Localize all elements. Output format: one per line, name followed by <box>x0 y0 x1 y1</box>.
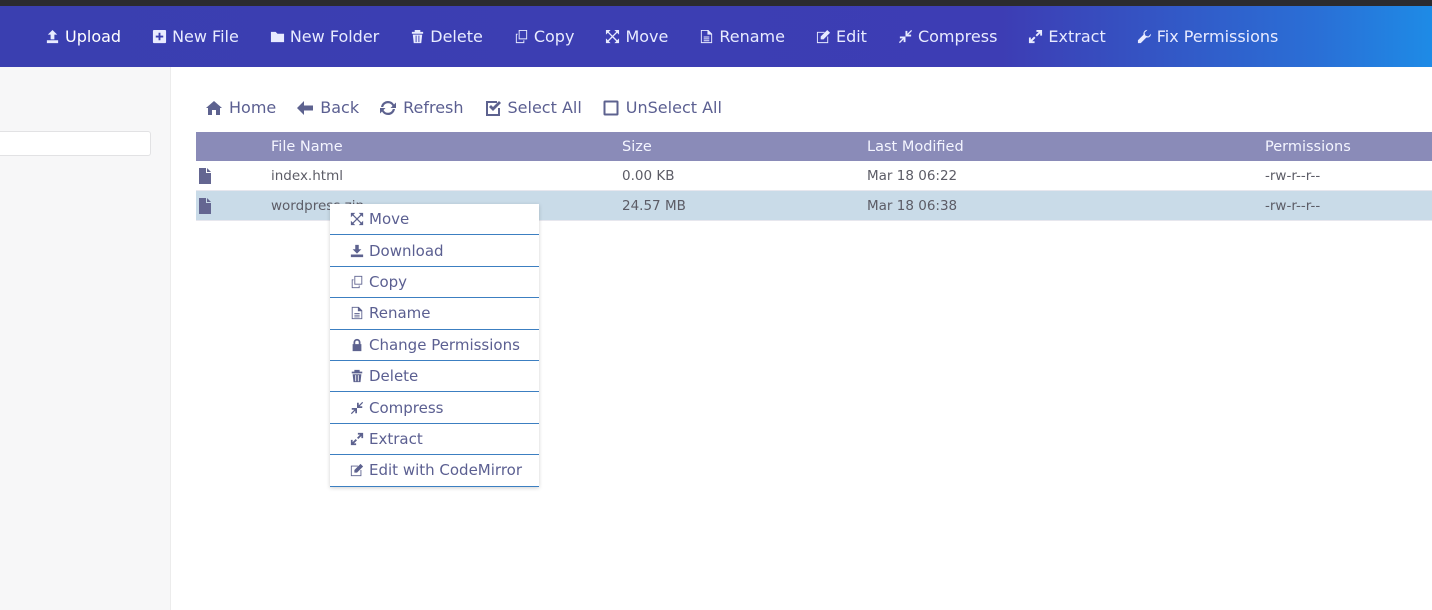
edit-button[interactable]: Edit <box>816 27 867 46</box>
file-icon-cell <box>196 197 271 214</box>
home-label: Home <box>229 98 277 117</box>
context-rename-item[interactable]: Rename <box>330 298 539 330</box>
context-delete-label: Delete <box>369 367 419 386</box>
compress-button[interactable]: Compress <box>898 27 997 46</box>
checked-box-icon <box>485 100 501 116</box>
context-download-label: Download <box>369 241 444 260</box>
context-copy-label: Copy <box>369 272 408 291</box>
upload-button[interactable]: Upload <box>45 27 121 46</box>
refresh-icon <box>380 100 397 115</box>
context-edit-codemirror-item[interactable]: Edit with CodeMirror <box>330 455 539 487</box>
copy-button[interactable]: Copy <box>514 27 575 46</box>
context-download-item[interactable]: Download <box>330 235 539 267</box>
context-extract-label: Extract <box>369 429 423 448</box>
sidebar <box>0 67 171 610</box>
new-folder-button[interactable]: New Folder <box>270 27 379 46</box>
home-icon <box>206 100 222 115</box>
extract-label: Extract <box>1048 27 1106 46</box>
context-change-permissions-label: Change Permissions <box>369 335 520 354</box>
empty-box-icon <box>603 100 619 115</box>
new-file-button[interactable]: New File <box>152 27 239 46</box>
extract-button[interactable]: Extract <box>1028 27 1106 46</box>
unselect-all-label: UnSelect All <box>625 98 722 117</box>
context-move-label: Move <box>369 210 410 229</box>
file-size-cell: 0.00 KB <box>622 167 675 184</box>
context-copy-item[interactable]: Copy <box>330 267 539 299</box>
new-folder-label: New Folder <box>289 27 380 46</box>
sidebar-search-input[interactable] <box>0 131 151 156</box>
context-compress-item[interactable]: Compress <box>330 392 539 424</box>
fix-permissions-button[interactable]: Fix Permissions <box>1137 27 1279 46</box>
file-name-cell[interactable]: index.html <box>271 168 622 184</box>
select-all-button[interactable]: Select All <box>484 98 582 117</box>
select-all-label: Select All <box>507 98 582 117</box>
main-toolbar: Upload New File New Folder Delete Copy M… <box>0 6 1432 67</box>
context-change-permissions-item[interactable]: Change Permissions <box>330 330 539 361</box>
table-header: File Name Size Last Modified Permissions <box>196 132 1432 161</box>
compress-label: Compress <box>917 27 998 46</box>
compress-icon <box>898 29 913 44</box>
move-arrows-icon <box>606 29 620 44</box>
fix-permissions-label: Fix Permissions <box>1156 27 1279 46</box>
file-icon-cell <box>196 167 271 184</box>
expand-icon <box>350 432 364 446</box>
compress-icon <box>350 401 364 414</box>
back-button[interactable]: Back <box>296 98 359 117</box>
context-move-item[interactable]: Move <box>330 204 539 236</box>
folder-icon <box>270 31 284 43</box>
file-text-icon <box>351 307 363 320</box>
file-modified-cell: Mar 18 06:38 <box>867 197 958 214</box>
header-permissions[interactable]: Permissions <box>1265 139 1432 155</box>
trash-icon <box>351 370 363 383</box>
context-compress-label: Compress <box>369 398 444 417</box>
lock-icon <box>352 338 362 351</box>
new-file-label: New File <box>172 27 239 46</box>
upload-icon <box>46 29 59 44</box>
arrow-left-icon <box>297 100 314 115</box>
file-permissions-cell: -rw-r--r-- <box>1265 197 1321 214</box>
move-arrows-icon <box>350 213 364 226</box>
header-file-name[interactable]: File Name <box>271 139 622 155</box>
move-button[interactable]: Move <box>605 27 668 46</box>
home-button[interactable]: Home <box>205 98 276 117</box>
context-edit-codemirror-label: Edit with CodeMirror <box>369 461 523 480</box>
file-modified-cell: Mar 18 06:22 <box>867 167 958 184</box>
context-menu: Move Download Copy Rename Change Permiss… <box>330 204 539 487</box>
file-icon <box>199 167 211 184</box>
plus-square-icon <box>153 29 167 44</box>
trash-icon <box>412 29 424 44</box>
header-last-modified[interactable]: Last Modified <box>867 139 1265 155</box>
refresh-button[interactable]: Refresh <box>379 98 464 117</box>
navigation-bar: Home Back Refresh Select All UnSelect Al… <box>205 98 742 117</box>
context-extract-item[interactable]: Extract <box>330 424 539 456</box>
header-size[interactable]: Size <box>622 139 867 155</box>
edit-label: Edit <box>835 27 867 46</box>
file-text-icon <box>701 29 713 44</box>
upload-label: Upload <box>65 27 122 46</box>
unselect-all-button[interactable]: UnSelect All <box>602 98 722 117</box>
expand-icon <box>1029 29 1043 44</box>
download-icon <box>350 244 364 257</box>
delete-button[interactable]: Delete <box>410 27 483 46</box>
copy-icon <box>515 29 527 44</box>
back-label: Back <box>320 98 360 117</box>
edit-icon <box>816 29 831 44</box>
copy-label: Copy <box>533 27 575 46</box>
file-permissions-cell: -rw-r--r-- <box>1265 167 1321 184</box>
context-delete-item[interactable]: Delete <box>330 361 539 393</box>
file-size-cell: 24.57 MB <box>622 197 686 214</box>
move-label: Move <box>625 27 669 46</box>
rename-label: Rename <box>719 27 785 46</box>
copy-icon <box>351 275 363 289</box>
delete-label: Delete <box>430 27 483 46</box>
file-icon <box>199 197 211 214</box>
edit-icon <box>350 464 364 477</box>
wrench-icon <box>1137 29 1151 44</box>
table-row[interactable]: index.html 0.00 KB Mar 18 06:22 -rw-r--r… <box>196 161 1432 191</box>
rename-button[interactable]: Rename <box>699 27 785 46</box>
context-rename-label: Rename <box>369 304 431 323</box>
refresh-label: Refresh <box>403 98 464 117</box>
